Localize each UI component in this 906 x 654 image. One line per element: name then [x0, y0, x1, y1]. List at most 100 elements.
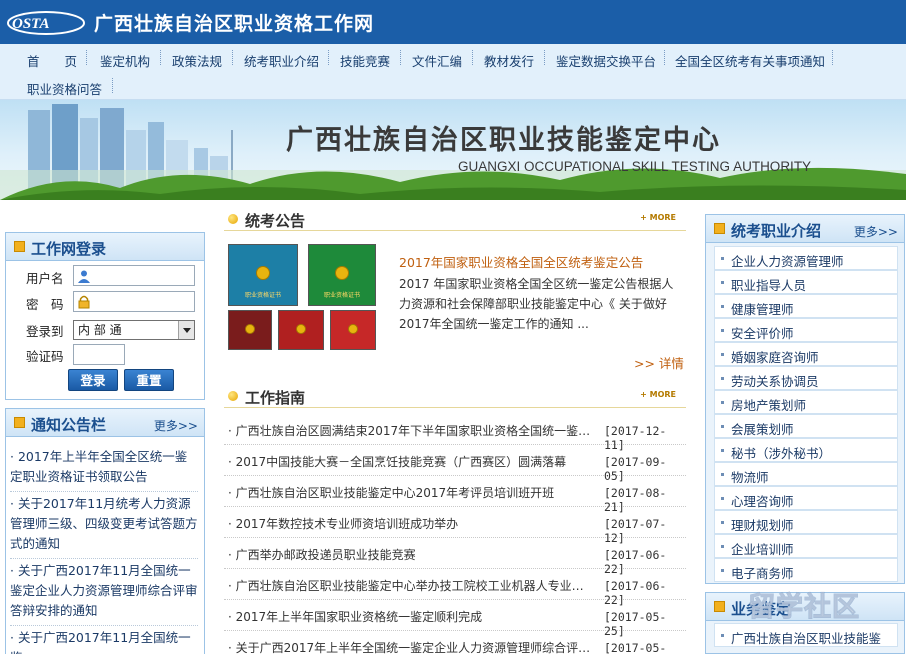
guide-row-title[interactable]: · 广西壮族自治区圆满结束2017年下半年国家职业资格全国统一鉴定考试: [228, 422, 592, 439]
career-item[interactable]: 房地产策划师: [714, 390, 898, 414]
career-label: 秘书（涉外秘书）: [731, 446, 832, 461]
nav-competition[interactable]: 技能竞赛: [340, 51, 390, 70]
career-label: 会展策划师: [731, 422, 794, 437]
bullet-icon: [721, 521, 724, 524]
login-target-value: 内 部 通: [78, 323, 122, 337]
career-item[interactable]: 理财规划师: [714, 510, 898, 534]
career-item[interactable]: 电子商务师: [714, 558, 898, 582]
notice-item[interactable]: · 关于广西2017年11月全国统一鉴: [10, 626, 198, 654]
career-item[interactable]: 企业培训师: [714, 534, 898, 558]
bullet-icon: [721, 401, 724, 404]
nav-home[interactable]: 首 页: [27, 51, 77, 70]
guide-row[interactable]: · 2017年数控技术专业师资培训班成功举办 [2017-07-12]: [224, 507, 686, 545]
emblem-icon: [296, 324, 306, 335]
guide-row-title[interactable]: · 广西壮族自治区职业技能鉴定中心举办技工院校工业机器人专业师资培训班: [228, 577, 592, 594]
banner-subtitle: GUANGXI OCCUPATIONAL SKILL TESTING AUTHO…: [458, 159, 812, 174]
nav-divider: [112, 78, 113, 93]
chevron-down-icon[interactable]: [178, 321, 194, 339]
notice-item[interactable]: · 关于广西2017年11月全国统一鉴定企业人力资源管理师综合评审答辩安排的通知: [10, 559, 198, 626]
career-label: 企业培训师: [731, 542, 794, 557]
login-panel-title: 工作网登录: [31, 240, 107, 258]
notice-item[interactable]: · 关于2017年11月统考人力资源管理师三级、四级变更考试答题方式的通知: [10, 492, 198, 559]
career-item[interactable]: 安全评价师: [714, 318, 898, 342]
career-item[interactable]: 心理咨询师: [714, 486, 898, 510]
exam-careers-header: 统考职业介绍 更多>>: [706, 215, 904, 243]
exam-notice-more-link[interactable]: + MORE: [640, 213, 676, 222]
guide-row-date: [2017-05-15]: [604, 641, 667, 654]
guide-row[interactable]: · 2017年上半年国家职业资格统一鉴定顺利完成 [2017-05-25]: [224, 600, 686, 638]
guide-more-link[interactable]: + MORE: [640, 390, 676, 399]
bullet-icon: [721, 305, 724, 308]
guide-list: · 广西壮族自治区圆满结束2017年下半年国家职业资格全国统一鉴定考试 [2017…: [224, 414, 686, 654]
captcha-label: 验证码: [26, 349, 64, 364]
exam-careers-more-link[interactable]: 更多>>: [854, 223, 898, 240]
career-item[interactable]: 健康管理师: [714, 294, 898, 318]
guide-row-title[interactable]: · 2017年数控技术专业师资培训班成功举办: [228, 515, 592, 532]
reset-button[interactable]: 重置: [124, 369, 174, 391]
guide-row-title[interactable]: · 2017中国技能大赛－全国烹饪技能竞赛（广西赛区）圆满落幕: [228, 453, 592, 470]
certificate-label: 职业资格证书: [323, 292, 360, 299]
guide-row[interactable]: · 2017中国技能大赛－全国烹饪技能竞赛（广西赛区）圆满落幕 [2017-09-…: [224, 445, 686, 483]
nav-divider: [544, 50, 545, 65]
guide-row[interactable]: · 广西壮族自治区职业技能鉴定中心2017年考评员培训班开班 [2017-08-2…: [224, 476, 686, 514]
password-input[interactable]: [73, 291, 195, 312]
career-item[interactable]: 秘书（涉外秘书）: [714, 438, 898, 462]
assessment-item[interactable]: 广西壮族自治区职业技能鉴: [714, 623, 898, 647]
notice-more-link[interactable]: 更多>>: [154, 417, 198, 434]
career-item[interactable]: 劳动关系协调员: [714, 366, 898, 390]
career-item[interactable]: 职业指导人员: [714, 270, 898, 294]
osta-logo[interactable]: OSTA: [6, 7, 88, 37]
password-label: 密 码: [26, 297, 64, 312]
nav-textbooks[interactable]: 教材发行: [484, 51, 534, 70]
svg-text:OSTA: OSTA: [12, 16, 50, 32]
career-label: 婚姻家庭咨询师: [731, 350, 819, 365]
notice-list: · 2017年上半年全国全区统一鉴定职业资格证书领取公告 · 关于2017年11…: [10, 445, 198, 654]
exam-careers-panel: 统考职业介绍 更多>> 企业人力资源管理师 职业指导人员 健康管理师 安全评价师…: [705, 214, 905, 584]
notice-item[interactable]: · 2017年上半年全国全区统一鉴定职业资格证书领取公告: [10, 445, 198, 492]
bullet-dot-icon: [228, 214, 238, 224]
nav-divider: [472, 50, 473, 65]
career-item[interactable]: 企业人力资源管理师: [714, 246, 898, 270]
username-input[interactable]: [73, 265, 195, 286]
exam-notice-header: 统考公告 + MORE: [224, 209, 686, 231]
login-button[interactable]: 登录: [68, 369, 118, 391]
exam-careers-list: 企业人力资源管理师 职业指导人员 健康管理师 安全评价师 婚姻家庭咨询师 劳动关…: [714, 246, 898, 582]
guide-row-title[interactable]: · 2017年上半年国家职业资格统一鉴定顺利完成: [228, 608, 592, 625]
nav-exam-notices[interactable]: 全国全区统考有关事项通知: [675, 51, 825, 70]
guide-row-title[interactable]: · 广西壮族自治区职业技能鉴定中心2017年考评员培训班开班: [228, 484, 592, 501]
nav-divider: [160, 50, 161, 65]
lock-icon: [78, 295, 90, 309]
certificate-image[interactable]: 职业资格证书 职业资格证书: [228, 244, 378, 352]
login-panel: 工作网登录 用户名 密 码 登录到 内 部 通 验证码 登录 重置: [5, 232, 205, 400]
career-item[interactable]: 物流师: [714, 462, 898, 486]
login-target-select[interactable]: 内 部 通: [73, 320, 195, 340]
nav-faq[interactable]: 职业资格问答: [27, 79, 102, 98]
nav-policy[interactable]: 政策法规: [172, 51, 222, 70]
emblem-icon: [348, 324, 358, 335]
detail-link[interactable]: >> 详情: [634, 353, 684, 372]
guide-row-title[interactable]: · 关于广西2017年上半年全国统一鉴定企业人力资源管理师综合评审答辩安排的通知: [228, 639, 592, 654]
watermark: 留学社区: [748, 592, 860, 624]
bullet-icon: [721, 545, 724, 548]
guide-row[interactable]: · 广西举办邮政投递员职业技能竞赛 [2017-06-22]: [224, 538, 686, 576]
guide-row[interactable]: · 广西壮族自治区职业技能鉴定中心举办技工院校工业机器人专业师资培训班 [2017…: [224, 569, 686, 607]
career-label: 心理咨询师: [731, 494, 794, 509]
guide-header: 工作指南 + MORE: [224, 386, 686, 408]
square-bullet-icon: [14, 417, 25, 428]
login-panel-header: 工作网登录: [6, 233, 204, 261]
nav-row-2: 职业资格问答: [0, 72, 906, 100]
guide-row[interactable]: · 关于广西2017年上半年全国统一鉴定企业人力资源管理师综合评审答辩安排的通知…: [224, 631, 686, 654]
square-bullet-icon: [14, 241, 25, 252]
career-item[interactable]: 婚姻家庭咨询师: [714, 342, 898, 366]
nav-documents[interactable]: 文件汇编: [412, 51, 462, 70]
nav-exam-careers[interactable]: 统考职业介绍: [244, 51, 319, 70]
nav-institutions[interactable]: 鉴定机构: [100, 51, 150, 70]
featured-notice-title[interactable]: 2017年国家职业资格全国全区统考鉴定公告: [399, 252, 643, 271]
career-item[interactable]: 会展策划师: [714, 414, 898, 438]
nav-data-exchange[interactable]: 鉴定数据交换平台: [556, 51, 656, 70]
guide-row[interactable]: · 广西壮族自治区圆满结束2017年下半年国家职业资格全国统一鉴定考试 [2017…: [224, 414, 686, 452]
guide-row-title[interactable]: · 广西举办邮政投递员职业技能竞赛: [228, 546, 592, 563]
bullet-icon: [721, 425, 724, 428]
banner-title: 广西壮族自治区职业技能鉴定中心: [286, 125, 721, 156]
captcha-input[interactable]: [73, 344, 125, 365]
